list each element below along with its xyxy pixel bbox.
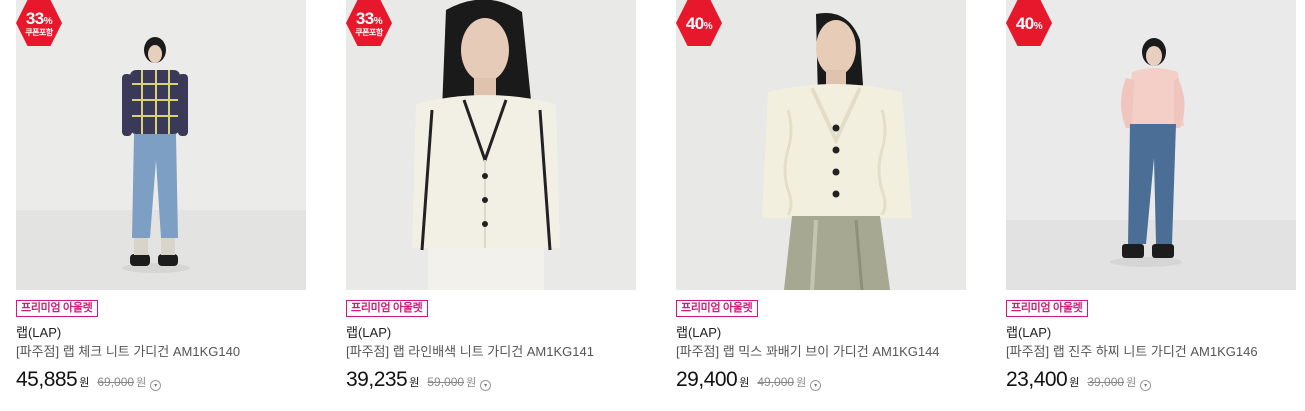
- price-row: 23,400 원 39,000 원 ▾: [1006, 368, 1296, 392]
- sale-price: 23,400: [1006, 368, 1068, 391]
- product-image[interactable]: 40%: [1006, 0, 1296, 290]
- product-card[interactable]: 40% 프리미엄 아울렛 랩(LAP) [파주점] 랩 진주 하찌 니트 가디건…: [1006, 0, 1296, 411]
- sale-price-unit: 원: [1069, 377, 1080, 389]
- original-price: 59,000: [427, 375, 465, 389]
- sale-price-unit: 원: [409, 377, 420, 389]
- product-photo: [346, 0, 636, 290]
- product-card[interactable]: 40% 프리미엄 아울렛 랩(LAP) [파주점] 랩 믹스 꽈배기 브이 가디…: [676, 0, 966, 411]
- info-circle-icon[interactable]: ▾: [1140, 380, 1152, 391]
- premium-outlet-tag: 프리미엄 아울렛: [676, 300, 758, 317]
- product-card[interactable]: 33% 쿠폰포함 프리미엄 아울렛 랩(LAP) [파주점] 랩 체크 니트 가…: [16, 0, 306, 411]
- sale-price-unit: 원: [739, 377, 750, 389]
- product-photo: [16, 0, 306, 290]
- coupon-included-label: 쿠폰포함: [25, 27, 53, 37]
- product-grid: 33% 쿠폰포함 프리미엄 아울렛 랩(LAP) [파주점] 랩 체크 니트 가…: [0, 0, 1305, 411]
- price-row: 39,235 원 59,000 원 ▾: [346, 368, 636, 392]
- sale-price-unit: 원: [79, 377, 90, 389]
- coupon-included-label: 쿠폰포함: [355, 27, 383, 37]
- product-title[interactable]: [파주점] 랩 믹스 꽈배기 브이 가디건 AM1KG144: [676, 344, 966, 360]
- product-image[interactable]: 40%: [676, 0, 966, 290]
- premium-outlet-tag: 프리미엄 아울렛: [346, 300, 428, 317]
- info-circle-icon[interactable]: ▾: [150, 380, 162, 391]
- sale-price: 29,400: [676, 368, 738, 391]
- product-title[interactable]: [파주점] 랩 라인배색 니트 가디건 AM1KG141: [346, 344, 636, 360]
- product-title[interactable]: [파주점] 랩 체크 니트 가디건 AM1KG140: [16, 344, 306, 360]
- original-price-unit: 원: [1126, 377, 1137, 389]
- original-price: 39,000: [1087, 375, 1125, 389]
- product-title[interactable]: [파주점] 랩 진주 하찌 니트 가디건 AM1KG146: [1006, 344, 1296, 360]
- sale-price: 39,235: [346, 368, 408, 391]
- brand-name: 랩(LAP): [346, 325, 392, 340]
- product-image[interactable]: 33% 쿠폰포함: [16, 0, 306, 290]
- info-circle-icon[interactable]: ▾: [480, 380, 492, 391]
- original-price-unit: 원: [136, 377, 147, 389]
- price-row: 29,400 원 49,000 원 ▾: [676, 368, 966, 392]
- original-price: 69,000: [97, 375, 135, 389]
- info-circle-icon[interactable]: ▾: [810, 380, 822, 391]
- product-photo: [1006, 0, 1296, 290]
- brand-name: 랩(LAP): [16, 325, 62, 340]
- original-price-unit: 원: [796, 377, 807, 389]
- original-price: 49,000: [757, 375, 795, 389]
- premium-outlet-tag: 프리미엄 아울렛: [16, 300, 98, 317]
- product-card[interactable]: 33% 쿠폰포함 프리미엄 아울렛 랩(LAP) [파주점] 랩 라인배색 니트…: [346, 0, 636, 411]
- premium-outlet-tag: 프리미엄 아울렛: [1006, 300, 1088, 317]
- brand-name: 랩(LAP): [1006, 325, 1052, 340]
- original-price-unit: 원: [466, 377, 477, 389]
- price-row: 45,885 원 69,000 원 ▾: [16, 368, 306, 392]
- brand-name: 랩(LAP): [676, 325, 722, 340]
- sale-price: 45,885: [16, 368, 78, 391]
- product-image[interactable]: 33% 쿠폰포함: [346, 0, 636, 290]
- product-photo: [676, 0, 966, 290]
